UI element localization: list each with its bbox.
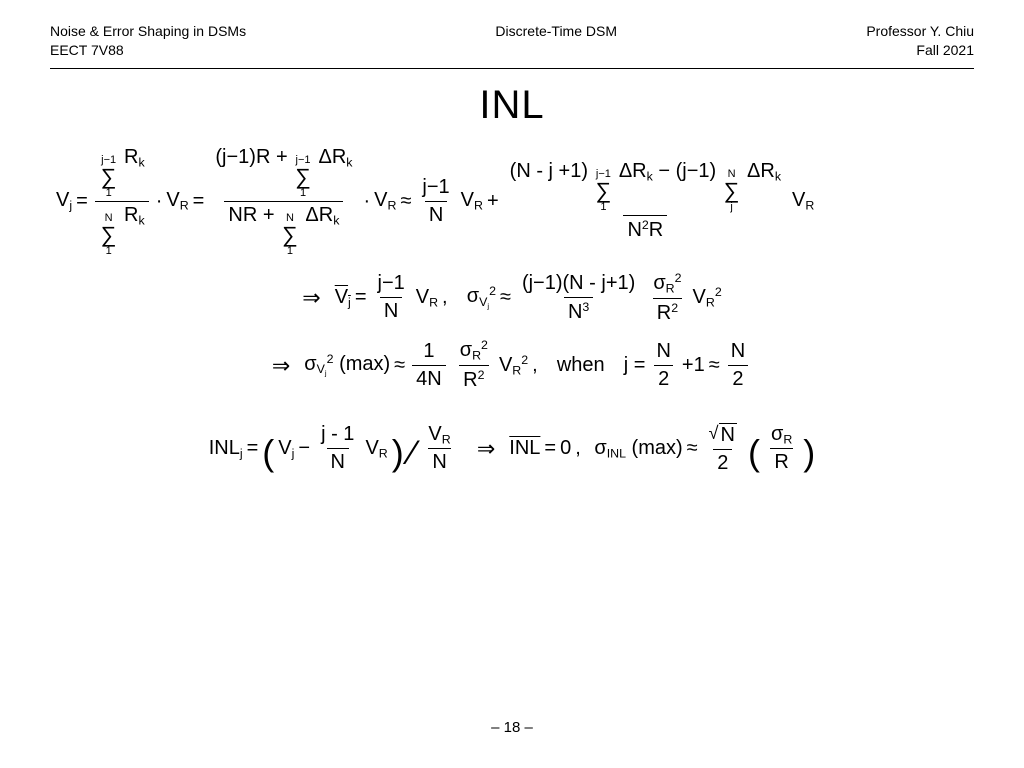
- var-Vj: Vj: [56, 189, 72, 213]
- page-number: – 18 –: [0, 719, 1024, 736]
- header-right-line1: Professor Y. Chiu: [866, 22, 974, 41]
- sigma-Vj-sq: σVj2: [467, 284, 496, 311]
- equation-1: Vj = j−1∑1 Rk N∑1 Rk · VR = (j−1)R + j−: [50, 146, 974, 257]
- implies-icon: ⇒: [272, 353, 290, 378]
- header-center-line1: Discrete-Time DSM: [495, 22, 617, 41]
- header-left-line2: EECT 7V88: [50, 41, 246, 60]
- var-INLj: INLj: [209, 437, 243, 461]
- equation-4: INLj = ( Vj − j - 1 N VR ) ⁄ VR N ⇒ INL …: [50, 422, 974, 475]
- implies-icon: ⇒: [477, 436, 495, 461]
- implies-icon: ⇒: [302, 285, 320, 310]
- equation-2: ⇒ Vj = j−1 N VR , σVj2 ≈ (j−1)(N - j+1) …: [50, 271, 974, 325]
- slide-header: Noise & Error Shaping in DSMs EECT 7V88 …: [50, 22, 974, 69]
- var-VR: VR: [166, 189, 188, 213]
- header-left-line1: Noise & Error Shaping in DSMs: [50, 22, 246, 41]
- sigma-Vj-max: σVj2 (max): [304, 352, 390, 379]
- sigma-INL-max: σINL (max): [594, 437, 682, 461]
- header-left: Noise & Error Shaping in DSMs EECT 7V88: [50, 22, 246, 60]
- frac-jm1-N: j−1 N: [418, 176, 453, 227]
- mean-Vj: Vj: [335, 286, 351, 310]
- frac-sumRk-over-sumRk: j−1∑1 Rk N∑1 Rk: [95, 146, 149, 257]
- equation-3: ⇒ σVj2 (max) ≈ 1 4N σR2 R2 VR2 , when j …: [50, 338, 974, 392]
- frac-correction: (N - j +1) j−1∑1 ΔRk − (j−1) N∑j ΔRk N2R: [506, 160, 785, 242]
- frac-expanded: (j−1)R + j−1∑1 ΔRk NR + N∑1 ΔRk: [211, 146, 356, 257]
- equation-block: Vj = j−1∑1 Rk N∑1 Rk · VR = (j−1)R + j−: [50, 146, 974, 475]
- mean-INL: INL: [509, 437, 540, 460]
- page-title: INL: [50, 83, 974, 128]
- header-right: Professor Y. Chiu Fall 2021: [866, 22, 974, 60]
- header-right-line2: Fall 2021: [866, 41, 974, 60]
- header-center: Discrete-Time DSM: [495, 22, 617, 60]
